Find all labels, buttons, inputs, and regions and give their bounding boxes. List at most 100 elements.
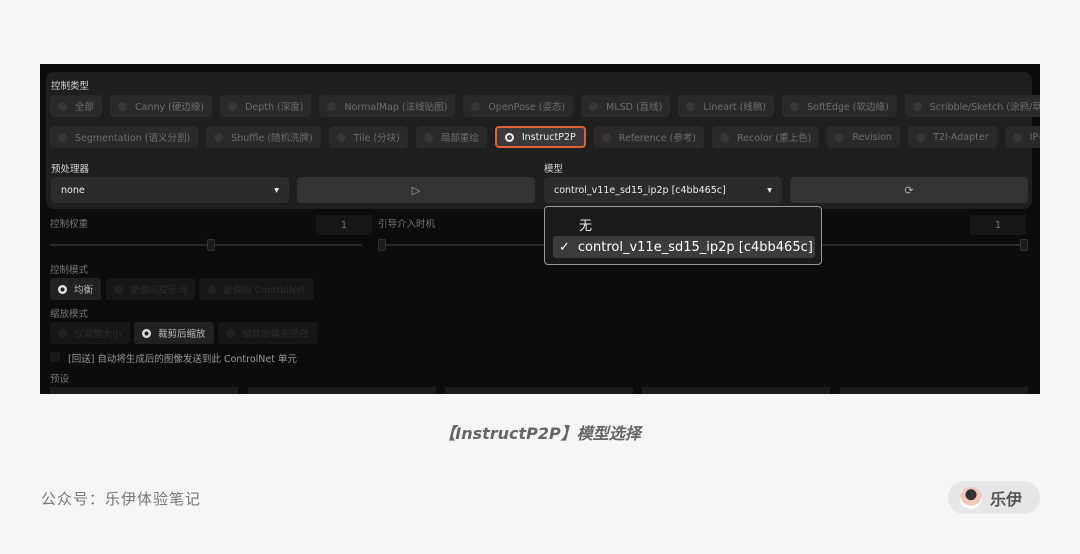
option-label: SoftEdge (软边缘) — [807, 102, 889, 113]
control-type-option[interactable]: NormalMap (法线贴图) — [319, 95, 456, 117]
control-type-option[interactable]: InstructP2P — [494, 126, 586, 148]
control-type-option[interactable]: Tile (分块) — [328, 126, 408, 148]
control-type-option[interactable]: IP-Adapter — [1004, 126, 1040, 148]
end-input[interactable]: 1 — [970, 215, 1026, 235]
option-label: Revision — [852, 131, 893, 143]
account-name: 公众号：乐伊体验笔记 — [41, 490, 202, 508]
control-type-option[interactable]: Shuffle (随机洗牌) — [206, 126, 321, 148]
option-label: Recolor (重上色) — [737, 133, 812, 144]
control-mode-balanced[interactable]: 均衡 — [50, 278, 102, 300]
radio-icon — [114, 284, 123, 294]
radio-icon — [228, 101, 238, 111]
weight-input[interactable]: 1 — [316, 215, 372, 235]
control-type-row-1: 全部 Canny (硬边缘) Depth (深度) NormalMap (法线贴图) O… — [50, 95, 1040, 117]
control-type-option[interactable]: Reference (参考) — [593, 126, 704, 148]
preset-select[interactable] — [50, 387, 238, 394]
option-label: control_v11e_sd15_ip2p [c4bb465c] — [577, 239, 813, 255]
run-preprocessor-button[interactable]: ▷ — [297, 177, 535, 203]
resize-mode-fill[interactable]: 缩放后填充空白 — [218, 322, 317, 344]
option-label: Tile (分块) — [353, 133, 400, 144]
radio-icon — [327, 101, 337, 111]
radio-icon — [58, 284, 67, 294]
preset-label: 预设 — [50, 374, 70, 385]
weight-label: 控制权重 — [50, 219, 89, 230]
radio-icon — [226, 328, 235, 338]
radio-icon — [1012, 132, 1022, 142]
resize-mode-crop[interactable]: 裁剪后缩放 — [134, 322, 214, 344]
control-mode-controlnet[interactable]: 更偏向 ControlNet — [199, 278, 314, 300]
preprocessor-value: none — [61, 184, 85, 196]
preset-extra-button[interactable] — [840, 387, 1028, 394]
control-type-option[interactable]: Lineart (线稿) — [678, 95, 775, 117]
refresh-models-button[interactable]: ⟳ — [790, 177, 1028, 203]
radio-icon — [686, 101, 696, 111]
check-icon: ✓ — [559, 239, 570, 255]
option-label: Canny (硬边缘) — [135, 102, 205, 113]
option-label: Depth (深度) — [245, 102, 304, 113]
radio-icon — [720, 132, 729, 142]
radio-icon — [142, 328, 151, 338]
dropdown-option[interactable]: 无 — [579, 215, 592, 234]
control-mode-prompt[interactable]: 更偏向提示词 — [106, 278, 196, 300]
control-type-option[interactable]: Recolor (重上色) — [712, 126, 820, 148]
radio-icon — [589, 101, 599, 111]
control-type-option[interactable]: SoftEdge (软边缘) — [782, 95, 897, 117]
control-type-option[interactable]: Depth (深度) — [220, 95, 312, 117]
option-label: OpenPose (姿态) — [488, 102, 566, 113]
model-dropdown: 无 ✓ control_v11e_sd15_ip2p [c4bb465c] — [544, 206, 822, 265]
control-type-option[interactable]: OpenPose (姿态) — [463, 95, 574, 117]
radio-icon — [336, 132, 346, 142]
control-type-option[interactable]: Revision — [827, 126, 901, 148]
radio-icon — [912, 101, 922, 111]
control-type-option[interactable]: Scribble/Sketch (涂鸦/草图) — [904, 95, 1040, 117]
control-type-option[interactable]: 全部 — [50, 95, 103, 117]
option-label: 裁剪后缩放 — [158, 329, 206, 340]
screenshot: 控制类型 全部 Canny (硬边缘) Depth (深度) NormalMap (法… — [40, 64, 1040, 394]
chevron-down-icon: ▾ — [767, 184, 772, 196]
option-label: Scribble/Sketch (涂鸦/草图) — [929, 102, 1040, 113]
weight-slider[interactable] — [50, 244, 362, 246]
start-slider-thumb[interactable] — [378, 239, 386, 251]
loopback-checkbox[interactable] — [50, 352, 60, 362]
control-type-option[interactable]: 局部重绘 — [415, 126, 487, 148]
resize-mode-just-resize[interactable]: 仅调整大小 — [50, 322, 130, 344]
preprocessor-label: 预处理器 — [51, 164, 90, 175]
chevron-down-icon: ▾ — [274, 184, 279, 196]
end-slider-thumb[interactable] — [1020, 239, 1028, 251]
radio-icon — [835, 132, 845, 142]
radio-icon — [504, 132, 514, 142]
option-label: 更偏向提示词 — [130, 285, 188, 296]
option-label: 均衡 — [74, 285, 94, 296]
preset-save-button[interactable] — [248, 387, 436, 394]
loopback-label: [回送] 自动将生成后的图像发送到此 ControlNet 单元 — [68, 354, 297, 365]
control-type-row-2: Segmentation (语义分割) Shuffle (随机洗牌) Tile (分… — [50, 126, 1040, 148]
option-label: 局部重绘 — [440, 133, 479, 144]
weight-slider-thumb[interactable] — [207, 239, 215, 251]
dropdown-option-selected[interactable]: ✓ control_v11e_sd15_ip2p [c4bb465c] — [553, 236, 815, 258]
preprocessor-select[interactable]: none ▾ — [51, 177, 289, 203]
option-label: 仅调整大小 — [74, 329, 122, 340]
control-mode-label: 控制模式 — [50, 265, 89, 276]
radio-icon — [58, 328, 67, 338]
preset-delete-button[interactable] — [445, 387, 633, 394]
author-badge: 乐伊 — [948, 481, 1040, 514]
option-label: Lineart (线稿) — [703, 102, 767, 113]
model-select[interactable]: control_v11e_sd15_ip2p [c4bb465c] ▾ — [544, 177, 782, 203]
option-label: T2I-Adapter — [933, 131, 989, 143]
radio-icon — [471, 101, 481, 111]
resize-mode-label: 缩放模式 — [50, 309, 89, 320]
control-type-option[interactable]: Canny (硬边缘) — [110, 95, 213, 117]
radio-icon — [790, 101, 800, 111]
refresh-icon: ⟳ — [904, 183, 914, 197]
option-label: Segmentation (语义分割) — [75, 133, 191, 144]
control-type-option[interactable]: T2I-Adapter — [908, 126, 997, 148]
play-icon: ▷ — [411, 183, 421, 197]
control-type-option[interactable]: Segmentation (语义分割) — [50, 126, 199, 148]
radio-icon — [207, 284, 216, 294]
preset-refresh-button[interactable] — [642, 387, 830, 394]
option-label: Shuffle (随机洗牌) — [231, 133, 313, 144]
radio-icon — [214, 132, 224, 142]
control-type-option[interactable]: MLSD (直线) — [581, 95, 671, 117]
option-label: 缩放后填充空白 — [242, 329, 309, 340]
controlnet-panel: 控制类型 全部 Canny (硬边缘) Depth (深度) NormalMap (法… — [46, 72, 1040, 209]
